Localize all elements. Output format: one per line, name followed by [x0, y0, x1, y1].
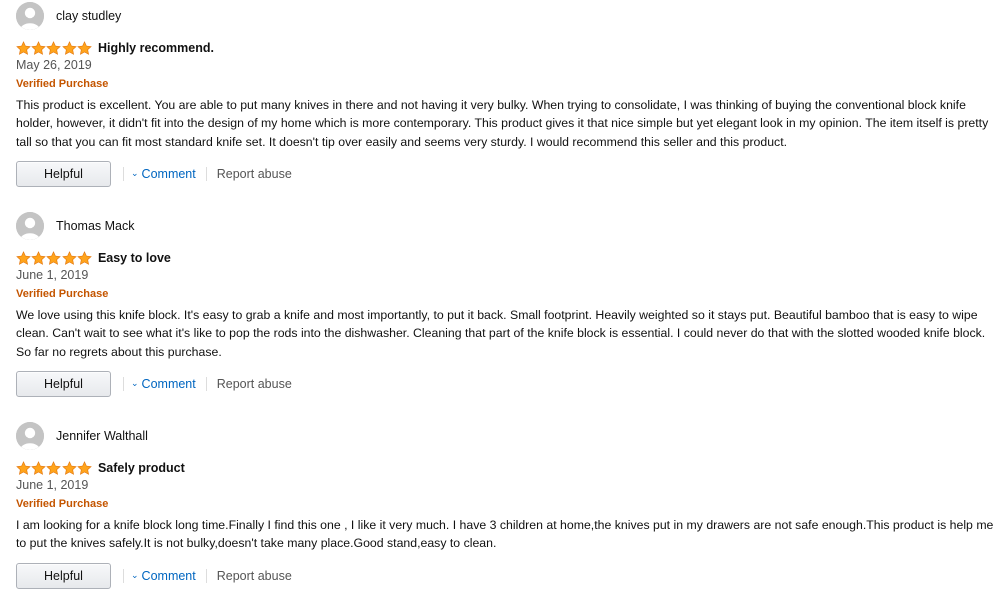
reviewer-profile[interactable]: Jennifer Walthall	[16, 422, 148, 450]
star-icon	[76, 40, 92, 55]
reviewer-name: Thomas Mack	[56, 219, 135, 233]
star-icon	[16, 460, 31, 475]
chevron-down-icon: ⌄	[131, 167, 139, 178]
verified-purchase-badge: Verified Purchase	[16, 78, 109, 90]
comment-label: Comment	[141, 569, 196, 583]
star-icon	[61, 460, 77, 475]
chevron-down-icon: ⌄	[131, 569, 139, 580]
divider	[123, 569, 124, 583]
star-icon	[46, 460, 62, 475]
star-icon	[46, 250, 62, 265]
star-icon	[31, 460, 46, 475]
divider	[205, 569, 207, 583]
helpful-button[interactable]: Helpful	[16, 371, 111, 397]
review-item: Jennifer Walthall Safely product June 1,…	[16, 422, 996, 594]
review-date: May 26, 2019	[16, 58, 92, 72]
star-icon	[46, 40, 62, 55]
report-abuse-link[interactable]: Report abuse	[217, 569, 292, 583]
star-rating[interactable]	[16, 460, 92, 476]
comment-link[interactable]: ⌄ Comment	[131, 167, 196, 181]
divider	[205, 167, 207, 181]
star-icon	[16, 250, 31, 265]
review-title[interactable]: Highly recommend.	[98, 41, 214, 55]
comment-link[interactable]: ⌄ Comment	[131, 377, 196, 391]
rating-row: Highly recommend.	[16, 40, 214, 56]
avatar-icon	[16, 212, 44, 240]
star-icon	[76, 250, 92, 265]
star-rating[interactable]	[16, 40, 92, 56]
review-body: I am looking for a knife block long time…	[16, 518, 994, 551]
helpful-button[interactable]: Helpful	[16, 161, 111, 187]
review-date: June 1, 2019	[16, 268, 89, 282]
verified-purchase-badge: Verified Purchase	[16, 498, 109, 510]
review-actions: Helpful ⌄ Comment Report abuse	[16, 562, 292, 590]
star-icon	[61, 40, 77, 55]
report-abuse-link[interactable]: Report abuse	[217, 377, 292, 391]
review-item: clay studley Highly recommend. May 26, 2…	[16, 2, 996, 192]
helpful-button[interactable]: Helpful	[16, 563, 111, 589]
star-icon	[61, 250, 77, 265]
review-body: We love using this knife block. It's eas…	[16, 308, 986, 359]
review-date: June 1, 2019	[16, 478, 89, 492]
review-title[interactable]: Safely product	[98, 461, 185, 475]
avatar-icon	[16, 2, 44, 30]
reviewer-name: Jennifer Walthall	[56, 429, 148, 443]
review-actions: Helpful ⌄ Comment Report abuse	[16, 370, 292, 398]
reviewer-profile[interactable]: Thomas Mack	[16, 212, 135, 240]
star-icon	[31, 40, 46, 55]
chevron-down-icon: ⌄	[131, 377, 139, 388]
divider	[123, 377, 124, 391]
review-item: Thomas Mack Easy to love June 1, 2019 Ve…	[16, 212, 996, 402]
review-actions: Helpful ⌄ Comment Report abuse	[16, 160, 292, 188]
rating-row: Safely product	[16, 460, 185, 476]
review-body: This product is excellent. You are able …	[16, 98, 989, 149]
star-icon	[16, 40, 31, 55]
report-abuse-link[interactable]: Report abuse	[217, 167, 292, 181]
rating-row: Easy to love	[16, 250, 171, 266]
reviewer-profile[interactable]: clay studley	[16, 2, 121, 30]
verified-purchase-badge: Verified Purchase	[16, 288, 109, 300]
star-icon	[31, 250, 46, 265]
divider	[205, 377, 207, 391]
reviewer-name: clay studley	[56, 9, 122, 23]
avatar-icon	[16, 422, 44, 450]
star-icon	[76, 460, 92, 475]
comment-label: Comment	[141, 377, 196, 391]
review-title[interactable]: Easy to love	[98, 251, 171, 265]
star-rating[interactable]	[16, 250, 92, 266]
divider	[123, 167, 124, 181]
comment-link[interactable]: ⌄ Comment	[131, 569, 196, 583]
comment-label: Comment	[141, 167, 196, 181]
